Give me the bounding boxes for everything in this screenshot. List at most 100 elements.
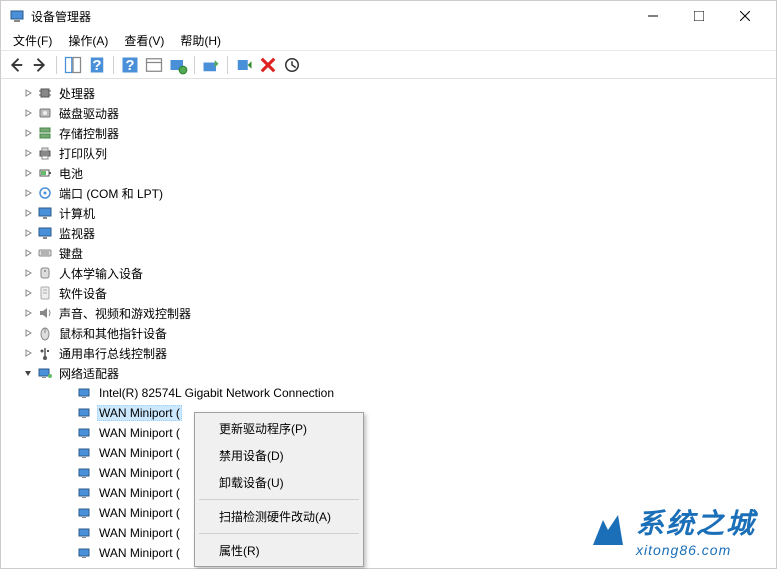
scan-hardware-button[interactable]: [167, 54, 189, 76]
tree-category[interactable]: 通用串行总线控制器: [3, 343, 774, 363]
tree-label: WAN Miniport (: [97, 485, 182, 501]
tree-category[interactable]: 处理器: [3, 83, 774, 103]
context-menu: 更新驱动程序(P) 禁用设备(D) 卸载设备(U) 扫描检测硬件改动(A) 属性…: [194, 412, 364, 567]
menu-help[interactable]: 帮助(H): [172, 30, 229, 51]
tree-label: Intel(R) 82574L Gigabit Network Connecti…: [97, 385, 336, 401]
toolbar: ? ?: [1, 51, 776, 79]
uninstall-button[interactable]: [257, 54, 279, 76]
expander-icon[interactable]: [21, 246, 35, 260]
tree-device[interactable]: Intel(R) 82574L Gigabit Network Connecti…: [3, 383, 774, 403]
tree-device[interactable]: WAN Miniport (: [3, 443, 774, 463]
mouse-icon: [37, 325, 53, 341]
toolbar-separator: [113, 56, 114, 74]
context-scan-hardware[interactable]: 扫描检测硬件改动(A): [197, 503, 361, 530]
context-update-driver[interactable]: 更新驱动程序(P): [197, 415, 361, 442]
tree-category[interactable]: 监视器: [3, 223, 774, 243]
context-separator: [199, 533, 359, 534]
refresh-button[interactable]: [281, 54, 303, 76]
action-button[interactable]: [143, 54, 165, 76]
tree-device[interactable]: WAN Miniport (: [3, 483, 774, 503]
toolbar-separator: [56, 56, 57, 74]
help-topics-button[interactable]: ?: [119, 54, 141, 76]
tree-label: 通用串行总线控制器: [57, 344, 169, 363]
back-button[interactable]: [5, 54, 27, 76]
expander-icon[interactable]: [21, 286, 35, 300]
menu-action[interactable]: 操作(A): [60, 30, 116, 51]
tree-label: 人体学输入设备: [57, 264, 145, 283]
context-disable-device[interactable]: 禁用设备(D): [197, 442, 361, 469]
tree-device[interactable]: WAN Miniport (: [3, 523, 774, 543]
tree-device[interactable]: WAN Miniport (: [3, 503, 774, 523]
menubar: 文件(F) 操作(A) 查看(V) 帮助(H): [1, 31, 776, 51]
expander-icon[interactable]: [21, 106, 35, 120]
tree-category[interactable]: 存储控制器: [3, 123, 774, 143]
expander-icon[interactable]: [21, 206, 35, 220]
menu-view[interactable]: 查看(V): [116, 30, 172, 51]
expander-icon[interactable]: [21, 146, 35, 160]
tree-label: WAN Miniport (: [97, 545, 182, 561]
tree-category[interactable]: 电池: [3, 163, 774, 183]
keyboard-icon: [37, 245, 53, 261]
tree-device[interactable]: WAN Miniport (: [3, 543, 774, 563]
tree-label: WAN Miniport (: [97, 465, 182, 481]
netcard-icon: [77, 545, 93, 561]
netcard-icon: [77, 485, 93, 501]
minimize-button[interactable]: [630, 1, 676, 31]
context-properties[interactable]: 属性(R): [197, 537, 361, 564]
menu-file[interactable]: 文件(F): [5, 30, 60, 51]
tree-label: 网络适配器: [57, 364, 121, 383]
tree-device[interactable]: WAN Miniport (: [3, 463, 774, 483]
tree-label: WAN Miniport (: [97, 445, 182, 461]
expander-icon[interactable]: [21, 86, 35, 100]
svg-text:?: ?: [92, 57, 101, 74]
svg-text:?: ?: [125, 57, 134, 74]
close-button[interactable]: [722, 1, 768, 31]
window-title: 设备管理器: [31, 8, 630, 25]
forward-button[interactable]: [29, 54, 51, 76]
tree-label: WAN Miniport (: [97, 505, 182, 521]
tree-label: 打印队列: [57, 144, 109, 163]
expander-icon[interactable]: [21, 166, 35, 180]
expander-icon[interactable]: [21, 346, 35, 360]
expander-icon[interactable]: [21, 306, 35, 320]
tree-category[interactable]: 鼠标和其他指针设备: [3, 323, 774, 343]
device-tree[interactable]: 处理器磁盘驱动器存储控制器打印队列电池端口 (COM 和 LPT)计算机监视器键…: [1, 79, 776, 568]
usb-icon: [37, 345, 53, 361]
expander-icon[interactable]: [21, 186, 35, 200]
netcard-icon: [77, 405, 93, 421]
tree-label: 磁盘驱动器: [57, 104, 121, 123]
disable-button[interactable]: [233, 54, 255, 76]
maximize-button[interactable]: [676, 1, 722, 31]
storage-icon: [37, 125, 53, 141]
disk-icon: [37, 105, 53, 121]
tree-category[interactable]: 计算机: [3, 203, 774, 223]
battery-icon: [37, 165, 53, 181]
expander-icon[interactable]: [21, 326, 35, 340]
tree-device[interactable]: WAN Miniport (: [3, 423, 774, 443]
tree-category[interactable]: 磁盘驱动器: [3, 103, 774, 123]
expander-icon[interactable]: [21, 266, 35, 280]
tree-category[interactable]: 软件设备: [3, 283, 774, 303]
update-driver-button[interactable]: [200, 54, 222, 76]
tree-category[interactable]: 声音、视频和游戏控制器: [3, 303, 774, 323]
printer-icon: [37, 145, 53, 161]
tree-category[interactable]: 人体学输入设备: [3, 263, 774, 283]
context-uninstall-device[interactable]: 卸载设备(U): [197, 469, 361, 496]
monitor-icon: [37, 225, 53, 241]
tree-category[interactable]: 端口 (COM 和 LPT): [3, 183, 774, 203]
tree-category[interactable]: 打印队列: [3, 143, 774, 163]
expander-icon[interactable]: [21, 126, 35, 140]
context-separator: [199, 499, 359, 500]
help-button[interactable]: ?: [86, 54, 108, 76]
tree-category-network[interactable]: 网络适配器: [3, 363, 774, 383]
expander-icon[interactable]: [21, 366, 35, 380]
netcard-icon: [77, 425, 93, 441]
tree-device[interactable]: WAN Miniport (: [3, 403, 774, 423]
tree-category[interactable]: 键盘: [3, 243, 774, 263]
tree-label: 计算机: [57, 204, 97, 223]
device-manager-icon: [9, 8, 25, 24]
tree-label: 处理器: [57, 84, 97, 103]
expander-icon[interactable]: [21, 226, 35, 240]
netcard-icon: [77, 525, 93, 541]
show-hide-tree-button[interactable]: [62, 54, 84, 76]
